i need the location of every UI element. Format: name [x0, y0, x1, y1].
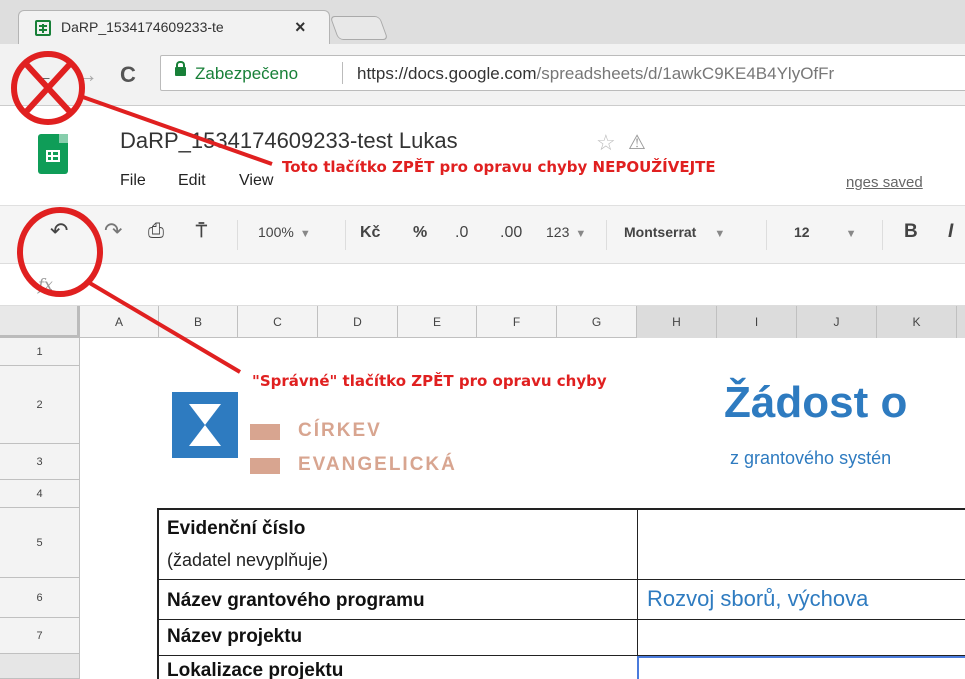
- undo-button-circle: [17, 207, 103, 297]
- warning-annotation: Toto tlačítko ZPĚT pro opravu chyby NEPO…: [282, 158, 716, 176]
- annotation-overlay: [11, 51, 273, 374]
- warning-pointer-line: [79, 94, 273, 166]
- undo-pointer-line: [86, 280, 242, 374]
- correct-undo-annotation: "Správné" tlačítko ZPĚT pro opravu chyby: [252, 372, 607, 390]
- screenshot-root: DaRP_1534174609233-te × ← → C Zabezpečen…: [0, 0, 965, 679]
